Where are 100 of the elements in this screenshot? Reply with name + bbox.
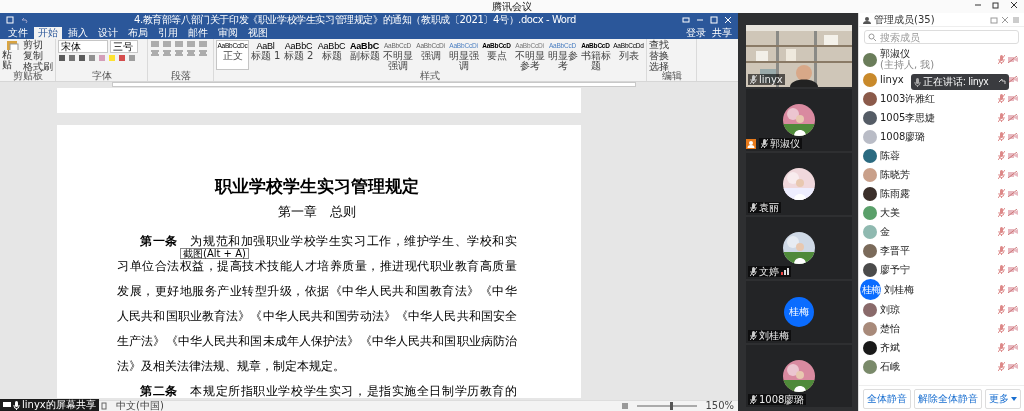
chapter-heading: 第一章 总则 <box>277 203 357 221</box>
muted-microphone-icon <box>998 324 1005 333</box>
popout-icon[interactable] <box>990 15 998 24</box>
avatar-icon <box>863 110 877 125</box>
ribbon-tab[interactable]: 布局 <box>124 27 152 39</box>
member-row[interactable]: 李晋平 <box>859 241 1024 260</box>
member-row[interactable]: 陈雨露 <box>859 184 1024 203</box>
group-label: 剪贴板 <box>12 71 43 81</box>
style-option[interactable]: AaBl 标题 1 <box>249 40 282 70</box>
member-row[interactable]: 石峨 <box>859 357 1024 376</box>
paragraph-line: 第一条 为规范和加强职业学校学生实习工作，维护学生、学校和实 <box>139 234 517 248</box>
member-row[interactable]: 齐斌 <box>859 338 1024 357</box>
video-tile[interactable]: 桂梅 刘桂梅 <box>746 281 852 343</box>
align-icon[interactable] <box>174 49 184 57</box>
camera-off-icon <box>1008 247 1018 254</box>
list-icon[interactable] <box>150 40 160 48</box>
member-name: 楚怡 <box>880 323 900 334</box>
editing-button[interactable]: 选择 <box>649 62 669 71</box>
member-name: 廖予宁 <box>880 264 910 275</box>
style-option[interactable]: AaBbC 副标题 <box>348 40 381 70</box>
group-label: 编辑 <box>661 71 682 81</box>
participant-name: 文婷 <box>748 266 791 277</box>
paragraph-line: 人民共和国职业教育法》《中华人民共和国劳动法》《中华人民共和国安全 <box>117 309 517 323</box>
share-button[interactable]: 共享 <box>712 26 732 40</box>
ribbon-tab[interactable]: 视图 <box>244 27 272 39</box>
paste-button[interactable]: 粘贴 <box>2 40 21 70</box>
member-row[interactable]: 1008廖璐 <box>859 127 1024 146</box>
member-name: 1003许雅红 <box>880 93 936 104</box>
ribbon-tab[interactable]: 文件 <box>4 27 32 39</box>
minimize-icon[interactable] <box>696 16 704 24</box>
ribbon-options-icon[interactable] <box>682 16 690 24</box>
video-tile[interactable]: 文婷 <box>746 217 852 279</box>
font-name-field[interactable]: 宋体 <box>58 40 108 53</box>
footer-button[interactable]: 解除全体静音 <box>913 388 982 409</box>
clipboard-button[interactable]: 格式刷 <box>23 62 53 71</box>
participant-name: 袁丽 <box>748 202 781 213</box>
member-row[interactable]: 金 <box>859 222 1024 241</box>
app-title: 腾讯会议 <box>492 0 532 13</box>
clipboard-button[interactable]: 剪切 <box>23 40 53 50</box>
member-row[interactable]: 楚怡 <box>859 319 1024 338</box>
restore-icon[interactable] <box>992 1 1000 9</box>
video-tile[interactable]: 1008廖璐 <box>746 345 852 407</box>
ribbon-tab[interactable]: 审阅 <box>214 27 242 39</box>
style-option[interactable]: AaBbC 标题 2 <box>282 40 315 70</box>
muted-microphone-icon <box>998 189 1005 198</box>
footer-button[interactable]: 全体静音 <box>862 388 911 409</box>
avatar-icon <box>863 243 877 258</box>
camera-off-icon <box>1008 228 1018 235</box>
participant-name: 1008廖璐 <box>748 394 807 405</box>
maximize-icon[interactable] <box>710 16 718 24</box>
member-row[interactable]: 陈晓芳 <box>859 165 1024 184</box>
view-icon <box>621 402 630 410</box>
save-icon[interactable] <box>6 16 14 24</box>
undo-icon[interactable] <box>20 16 28 24</box>
zoom-thumb[interactable] <box>670 402 674 410</box>
ribbon-tab[interactable]: 插入 <box>64 27 92 39</box>
video-tile[interactable]: 郭淑仪 <box>746 89 852 151</box>
align-icon[interactable] <box>150 49 160 57</box>
member-name: 大美 <box>880 207 900 218</box>
video-tile[interactable]: 袁丽 <box>746 153 852 215</box>
style-option[interactable]: AaBbC 标题 <box>315 40 348 70</box>
zoom-level: 150% <box>705 401 734 411</box>
screen-share-badge[interactable]: linyx的屏幕共享 <box>0 399 99 411</box>
member-name: 陈晓芳 <box>880 169 910 180</box>
member-row[interactable]: 廖予宁 <box>859 260 1024 279</box>
clipboard-button[interactable]: 复制 <box>23 51 53 61</box>
camera-off-icon <box>1008 152 1018 159</box>
participant-name: linyx <box>748 74 785 85</box>
ribbon-tab[interactable]: 开始 <box>34 27 62 39</box>
editing-button[interactable]: 替换 <box>649 51 669 61</box>
camera-off-icon <box>1008 286 1018 293</box>
member-row[interactable]: 1005李思婕 <box>859 108 1024 127</box>
close-icon[interactable] <box>1010 1 1018 9</box>
language-status: 中文(中国) <box>116 401 164 411</box>
ribbon-tab[interactable]: 邮件 <box>184 27 212 39</box>
video-tile[interactable]: linyx <box>746 25 852 87</box>
member-row[interactable]: 桂梅 刘桂梅 <box>859 279 1024 300</box>
ribbon-tab[interactable]: 引用 <box>154 27 182 39</box>
list-icon[interactable] <box>186 40 196 48</box>
align-icon[interactable] <box>186 49 196 57</box>
list-icon[interactable] <box>162 40 172 48</box>
search-field[interactable]: 搜索成员 <box>864 30 1019 44</box>
member-row[interactable]: 大美 <box>859 203 1024 222</box>
camera-off-icon <box>1008 266 1018 273</box>
minimize-icon[interactable] <box>974 1 982 9</box>
list-icon[interactable] <box>198 40 208 48</box>
ribbon-tab[interactable]: 设计 <box>94 27 122 39</box>
font-size-field[interactable]: 三号 <box>110 40 138 53</box>
member-row[interactable]: 1003许雅红 <box>859 89 1024 108</box>
editing-button[interactable]: 查找 <box>649 40 669 50</box>
align-icon[interactable] <box>162 49 172 57</box>
sign-in-link[interactable]: 登录 <box>686 26 706 40</box>
list-icon[interactable] <box>174 40 184 48</box>
footer-button[interactable]: 更多 <box>984 388 1021 409</box>
member-name: 刘桂梅 <box>884 284 914 295</box>
member-row[interactable]: 陈蓉 <box>859 146 1024 165</box>
align-icon[interactable] <box>198 49 208 57</box>
member-row[interactable]: 郭淑仪 (主持人, 我) <box>859 49 1024 70</box>
member-row[interactable]: 刘琼 <box>859 300 1024 319</box>
camera-off-icon <box>1008 306 1018 313</box>
